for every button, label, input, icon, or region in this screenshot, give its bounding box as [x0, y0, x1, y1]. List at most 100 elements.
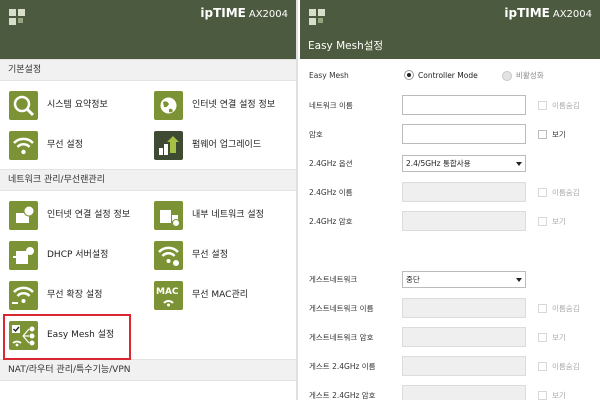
checkbox-label: 보기 [552, 333, 566, 342]
row-easy-mesh-mode: Easy Mesh Controller Mode 비활성화 [300, 62, 600, 91]
menu-internet-connection[interactable]: 인터넷 연결 설정 정보 [0, 195, 145, 235]
section-nat-router[interactable]: NAT/라우터 관리/특수기능/VPN [0, 359, 296, 381]
menu-wireless-settings-2[interactable]: 무선 설정 [145, 235, 290, 275]
checkbox: 이름숨김 [538, 100, 580, 111]
text-input [402, 385, 526, 400]
checkbox: 보기 [538, 216, 566, 227]
checkbox: 이름숨김 [538, 361, 580, 372]
form-row: 2.4GHz 이름 이름숨김 [300, 178, 600, 207]
menu-wireless-mac[interactable]: MAC 무선 MAC관리 [145, 275, 290, 315]
left-header: ipTIME AX2004 [0, 0, 296, 59]
menu-label: 무선 확장 설정 [47, 290, 103, 300]
menu-firmware-upgrade[interactable]: 펌웨어 업그레이드 [145, 125, 290, 165]
mac-icon: MAC [154, 280, 183, 310]
radio-label: Controller Mode [418, 70, 478, 80]
text-input [402, 298, 526, 318]
menu-system-summary[interactable]: 시스템 요약정보 [0, 85, 145, 125]
field-label: 게스트 2.4GHz 암호 [309, 391, 376, 400]
select-dropdown[interactable]: 중단 [402, 271, 526, 288]
menu-wireless-extend[interactable]: 무선 확장 설정 [0, 275, 145, 315]
menu-internal-network[interactable]: 내부 네트워크 설정 [145, 195, 290, 235]
basic-settings-grid: 시스템 요약정보 인터넷 연결 설정 정보 무선 설정 펌웨어 업그레이드 [0, 81, 296, 169]
text-input[interactable] [402, 95, 526, 115]
network-icon [154, 200, 183, 230]
field-label: 2.4GHz 옵션 [309, 159, 353, 168]
easy-mesh-form: Easy Mesh Controller Mode 비활성화 네트워크 이름이름… [300, 59, 600, 400]
radio-dot-selected [404, 70, 414, 80]
checkbox-box [538, 217, 547, 226]
checkbox: 보기 [538, 332, 566, 343]
chevron-down-icon [516, 162, 522, 166]
menu-label: 무선 설정 [47, 140, 83, 150]
field-label: 게스트네트워크 이름 [309, 304, 374, 313]
logo-icon [9, 9, 25, 25]
checkbox-box [538, 130, 547, 139]
form-row: 2.4GHz 암호 보기 [300, 207, 600, 236]
field-label: 네트워크 이름 [309, 101, 353, 110]
checkbox-label: 이름숨김 [552, 304, 580, 313]
menu-easy-mesh[interactable]: Easy Mesh 설정 [0, 314, 145, 360]
checkbox-box [538, 333, 547, 342]
wifi-router-icon [154, 240, 183, 270]
checkbox: 보기 [538, 390, 566, 400]
dhcp-icon [9, 240, 38, 270]
form-row: 게스트네트워크 이름 이름숨김 [300, 294, 600, 323]
form-row: 2.4GHz 옵션 2.4/5GHz 통합사용 [300, 149, 600, 178]
router-globe-icon [9, 200, 38, 230]
menu-label: 인터넷 연결 설정 정보 [47, 210, 131, 220]
menu-label: 인터넷 연결 설정 정보 [192, 100, 276, 110]
magnifier-icon [9, 90, 38, 120]
text-input[interactable] [402, 124, 526, 144]
section-basic-settings[interactable]: 기본설정 [0, 59, 296, 81]
radio-controller-mode[interactable]: Controller Mode [404, 70, 478, 80]
menu-label: 무선 MAC관리 [192, 290, 249, 300]
chevron-down-icon [516, 278, 522, 282]
wifi-extend-icon [9, 280, 38, 310]
checkbox-label: 이름숨김 [552, 101, 580, 110]
wifi-icon [9, 130, 38, 160]
field-label: 암호 [309, 130, 323, 139]
menu-label: 내부 네트워크 설정 [192, 210, 264, 220]
row-spacer [300, 236, 600, 265]
form-row: 암호 보기 [300, 120, 600, 149]
checkbox-box [538, 304, 547, 313]
easy-mesh-label: Easy Mesh [309, 71, 349, 80]
upgrade-icon [154, 130, 183, 160]
form-row: 네트워크 이름 이름숨김 [300, 91, 600, 120]
menu-wireless-settings[interactable]: 무선 설정 [0, 125, 145, 165]
checkbox: 이름숨김 [538, 303, 580, 314]
menu-label: DHCP 서버설정 [47, 250, 109, 260]
menu-dhcp-server[interactable]: DHCP 서버설정 [0, 235, 145, 275]
page-title: Easy Mesh설정 [308, 40, 384, 52]
checkbox-label: 보기 [552, 217, 566, 226]
menu-label: 무선 설정 [192, 250, 228, 260]
globe-icon [154, 90, 183, 120]
checkbox-box [538, 362, 547, 371]
checkbox-label: 이름숨김 [552, 362, 580, 371]
radio-label: 비활성화 [516, 71, 544, 80]
checkbox-label: 보기 [552, 391, 566, 400]
menu-internet-info[interactable]: 인터넷 연결 설정 정보 [145, 85, 290, 125]
right-panel: ipTIME AX2004 Easy Mesh설정 Easy Mesh Contr… [300, 0, 600, 400]
right-header: ipTIME AX2004 Easy Mesh설정 [300, 0, 600, 59]
form-row: 게스트네트워크 암호 보기 [300, 323, 600, 352]
text-input [402, 182, 526, 202]
form-row: 게스트 2.4GHz 이름 이름숨김 [300, 352, 600, 381]
form-row: 게스트 2.4GHz 암호 보기 [300, 381, 600, 400]
radio-disable[interactable]: 비활성화 [502, 70, 544, 81]
svg-text:MAC: MAC [156, 287, 179, 297]
section-network-management[interactable]: 네트워크 관리/무선랜관리 [0, 169, 296, 191]
checkbox[interactable]: 보기 [538, 129, 566, 140]
field-label: 2.4GHz 암호 [309, 217, 353, 226]
radio-dot [502, 70, 512, 81]
network-management-grid: 인터넷 연결 설정 정보 내부 네트워크 설정 DHCP 서버설정 무선 설정 … [0, 191, 296, 360]
select-dropdown[interactable]: 2.4/5GHz 통합사용 [402, 155, 526, 172]
checkbox-box [538, 188, 547, 197]
field-label: 게스트네트워크 암호 [309, 333, 374, 342]
checkbox-box [538, 101, 547, 110]
menu-label: 시스템 요약정보 [47, 100, 108, 110]
select-value: 중단 [406, 275, 420, 284]
brand-logo: ipTIME AX2004 [504, 6, 592, 20]
field-label: 게스트 2.4GHz 이름 [309, 362, 376, 371]
text-input [402, 356, 526, 376]
